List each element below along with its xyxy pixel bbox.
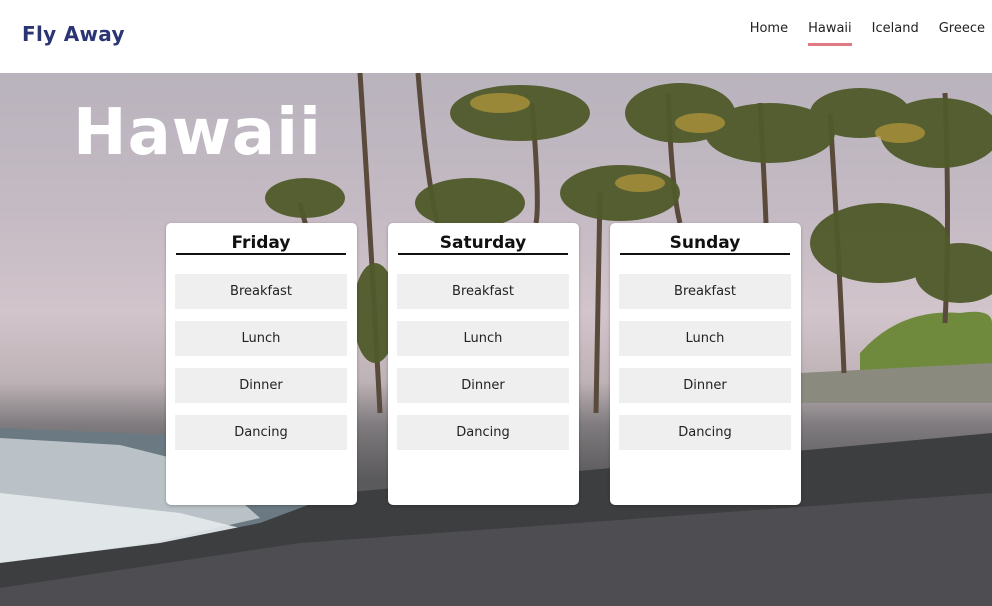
activity-breakfast[interactable]: Breakfast [397,274,569,309]
activity-dancing[interactable]: Dancing [397,415,569,450]
activity-breakfast[interactable]: Breakfast [175,274,347,309]
activity-dancing[interactable]: Dancing [619,415,791,450]
day-title: Friday [176,233,346,255]
hero-section: Hawaii Friday Breakfast Lunch Dinner Dan… [0,73,992,606]
day-card-saturday: Saturday Breakfast Lunch Dinner Dancing [388,223,579,505]
activity-dancing[interactable]: Dancing [175,415,347,450]
activity-dinner[interactable]: Dinner [397,368,569,403]
day-card-friday: Friday Breakfast Lunch Dinner Dancing [166,223,357,505]
nav-link-home[interactable]: Home [750,21,788,46]
activity-dinner[interactable]: Dinner [175,368,347,403]
navbar: Fly Away Home Hawaii Iceland Greece [0,0,992,73]
day-title: Sunday [620,233,790,255]
nav-link-iceland[interactable]: Iceland [872,21,919,46]
activity-lunch[interactable]: Lunch [175,321,347,356]
day-title: Saturday [398,233,568,255]
brand-logo[interactable]: Fly Away [22,22,125,46]
day-card-sunday: Sunday Breakfast Lunch Dinner Dancing [610,223,801,505]
activity-lunch[interactable]: Lunch [397,321,569,356]
nav-link-greece[interactable]: Greece [939,21,985,46]
hero-title: Hawaii [73,96,322,170]
activity-dinner[interactable]: Dinner [619,368,791,403]
nav-link-hawaii[interactable]: Hawaii [808,21,852,46]
nav-links: Home Hawaii Iceland Greece [730,21,985,46]
activity-lunch[interactable]: Lunch [619,321,791,356]
activity-breakfast[interactable]: Breakfast [619,274,791,309]
